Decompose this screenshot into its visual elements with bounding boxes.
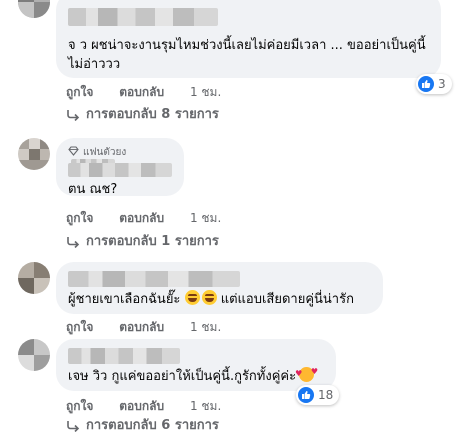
view-replies-link[interactable]: การตอบกลับ 1 รายการ: [66, 233, 219, 251]
badge-label: แฟนตัวยง: [83, 147, 127, 158]
author-name-redacted[interactable]: [68, 348, 180, 364]
comment-text-line-1: จ ว ผชน่าจะงานรุมไหมช่วงนี้เลยไม่ค่อยมีเ…: [68, 38, 426, 53]
comment-text-line-2: ไม่อ่าววว: [68, 57, 121, 72]
timestamp[interactable]: 1 ชม.: [190, 85, 221, 99]
comment-bubble: เจษ วิว กูแค่ขออย่าให้เป็นคู่นี้.กูรักทั…: [56, 339, 336, 391]
comment-thread: จ ว ผชน่าจะงานรุมไหมช่วงนี้เลยไม่ค่อยมีเ…: [0, 0, 461, 437]
comment-text: ตน ณช?: [68, 182, 118, 197]
comment-bubble: แฟนตัวยง ตน ณช?: [56, 138, 184, 197]
reply-arrow-icon: [67, 421, 80, 432]
author-name-redacted[interactable]: [68, 8, 218, 26]
comment-text-after: แต่แอบเสียดายคู่นี่น่ารัก: [220, 292, 354, 307]
reply-button[interactable]: ตอบกลับ: [119, 320, 164, 334]
view-replies-link[interactable]: การตอบกลับ 6 รายการ: [66, 417, 219, 435]
rofl-emoji: [184, 290, 200, 305]
comment-actions: ถูกใจ ตอบกลับ 1 ชม.: [66, 84, 221, 100]
reply-arrow-icon: [67, 237, 80, 248]
comment-actions: ถูกใจ ตอบกลับ 1 ชม.: [66, 319, 221, 335]
reaction-count[interactable]: 3: [416, 74, 452, 94]
like-icon: [298, 387, 314, 403]
comment-bubble: จ ว ผชน่าจะงานรุมไหมช่วงนี้เลยไม่ค่อยมีเ…: [56, 0, 441, 78]
author-name-redacted[interactable]: [68, 162, 172, 177]
view-replies-link[interactable]: การตอบกลับ 8 รายการ: [66, 106, 219, 124]
rofl-emoji: [201, 290, 217, 305]
replies-count-text: การตอบกลับ 6 รายการ: [86, 418, 219, 433]
reaction-count-number: 18: [318, 388, 334, 402]
reply-button[interactable]: ตอบกลับ: [119, 85, 164, 99]
like-icon: [418, 76, 434, 92]
diamond-icon: [68, 146, 79, 156]
reply-button[interactable]: ตอบกลับ: [119, 399, 164, 413]
comment-bubble: ผู้ชายเขาเลือกฉันยั๊ะ แต่แอบเสียดายคู่นี…: [56, 262, 383, 314]
author-name-redacted[interactable]: [68, 271, 240, 287]
avatar[interactable]: [18, 262, 50, 294]
comment-text-before: เจษ วิว กูแค่ขออย่าให้เป็นคู่นี้.กูรักทั…: [68, 369, 297, 384]
timestamp[interactable]: 1 ชม.: [190, 399, 221, 413]
comment-actions: ถูกใจ ตอบกลับ 1 ชม.: [66, 398, 221, 414]
reply-button[interactable]: ตอบกลับ: [119, 211, 164, 225]
reaction-count-number: 3: [438, 77, 446, 91]
like-button[interactable]: ถูกใจ: [66, 211, 93, 225]
avatar[interactable]: [18, 138, 50, 170]
like-button[interactable]: ถูกใจ: [66, 85, 93, 99]
comment-text-before: ผู้ชายเขาเลือกฉันยั๊ะ: [68, 292, 181, 307]
timestamp[interactable]: 1 ชม.: [190, 211, 221, 225]
reply-arrow-icon: [67, 110, 80, 121]
top-fan-badge[interactable]: แฟนตัวยง: [68, 146, 172, 169]
avatar[interactable]: [18, 339, 50, 371]
timestamp[interactable]: 1 ชม.: [190, 320, 221, 334]
like-button[interactable]: ถูกใจ: [66, 320, 93, 334]
like-button[interactable]: ถูกใจ: [66, 399, 93, 413]
comment-actions: ถูกใจ ตอบกลับ 1 ชม.: [66, 210, 221, 226]
comment-text: เจษ วิว กูแค่ขออย่าให้เป็นคู่นี้.กูรักทั…: [68, 367, 324, 386]
replies-count-text: การตอบกลับ 8 รายการ: [86, 107, 219, 122]
avatar[interactable]: [18, 0, 50, 18]
replies-count-text: การตอบกลับ 1 รายการ: [86, 234, 219, 249]
reaction-count[interactable]: 18: [296, 385, 340, 405]
comment-text: ผู้ชายเขาเลือกฉันยั๊ะ แต่แอบเสียดายคู่นี…: [68, 290, 371, 309]
smiling-face-with-hearts-emoji: [295, 367, 318, 382]
